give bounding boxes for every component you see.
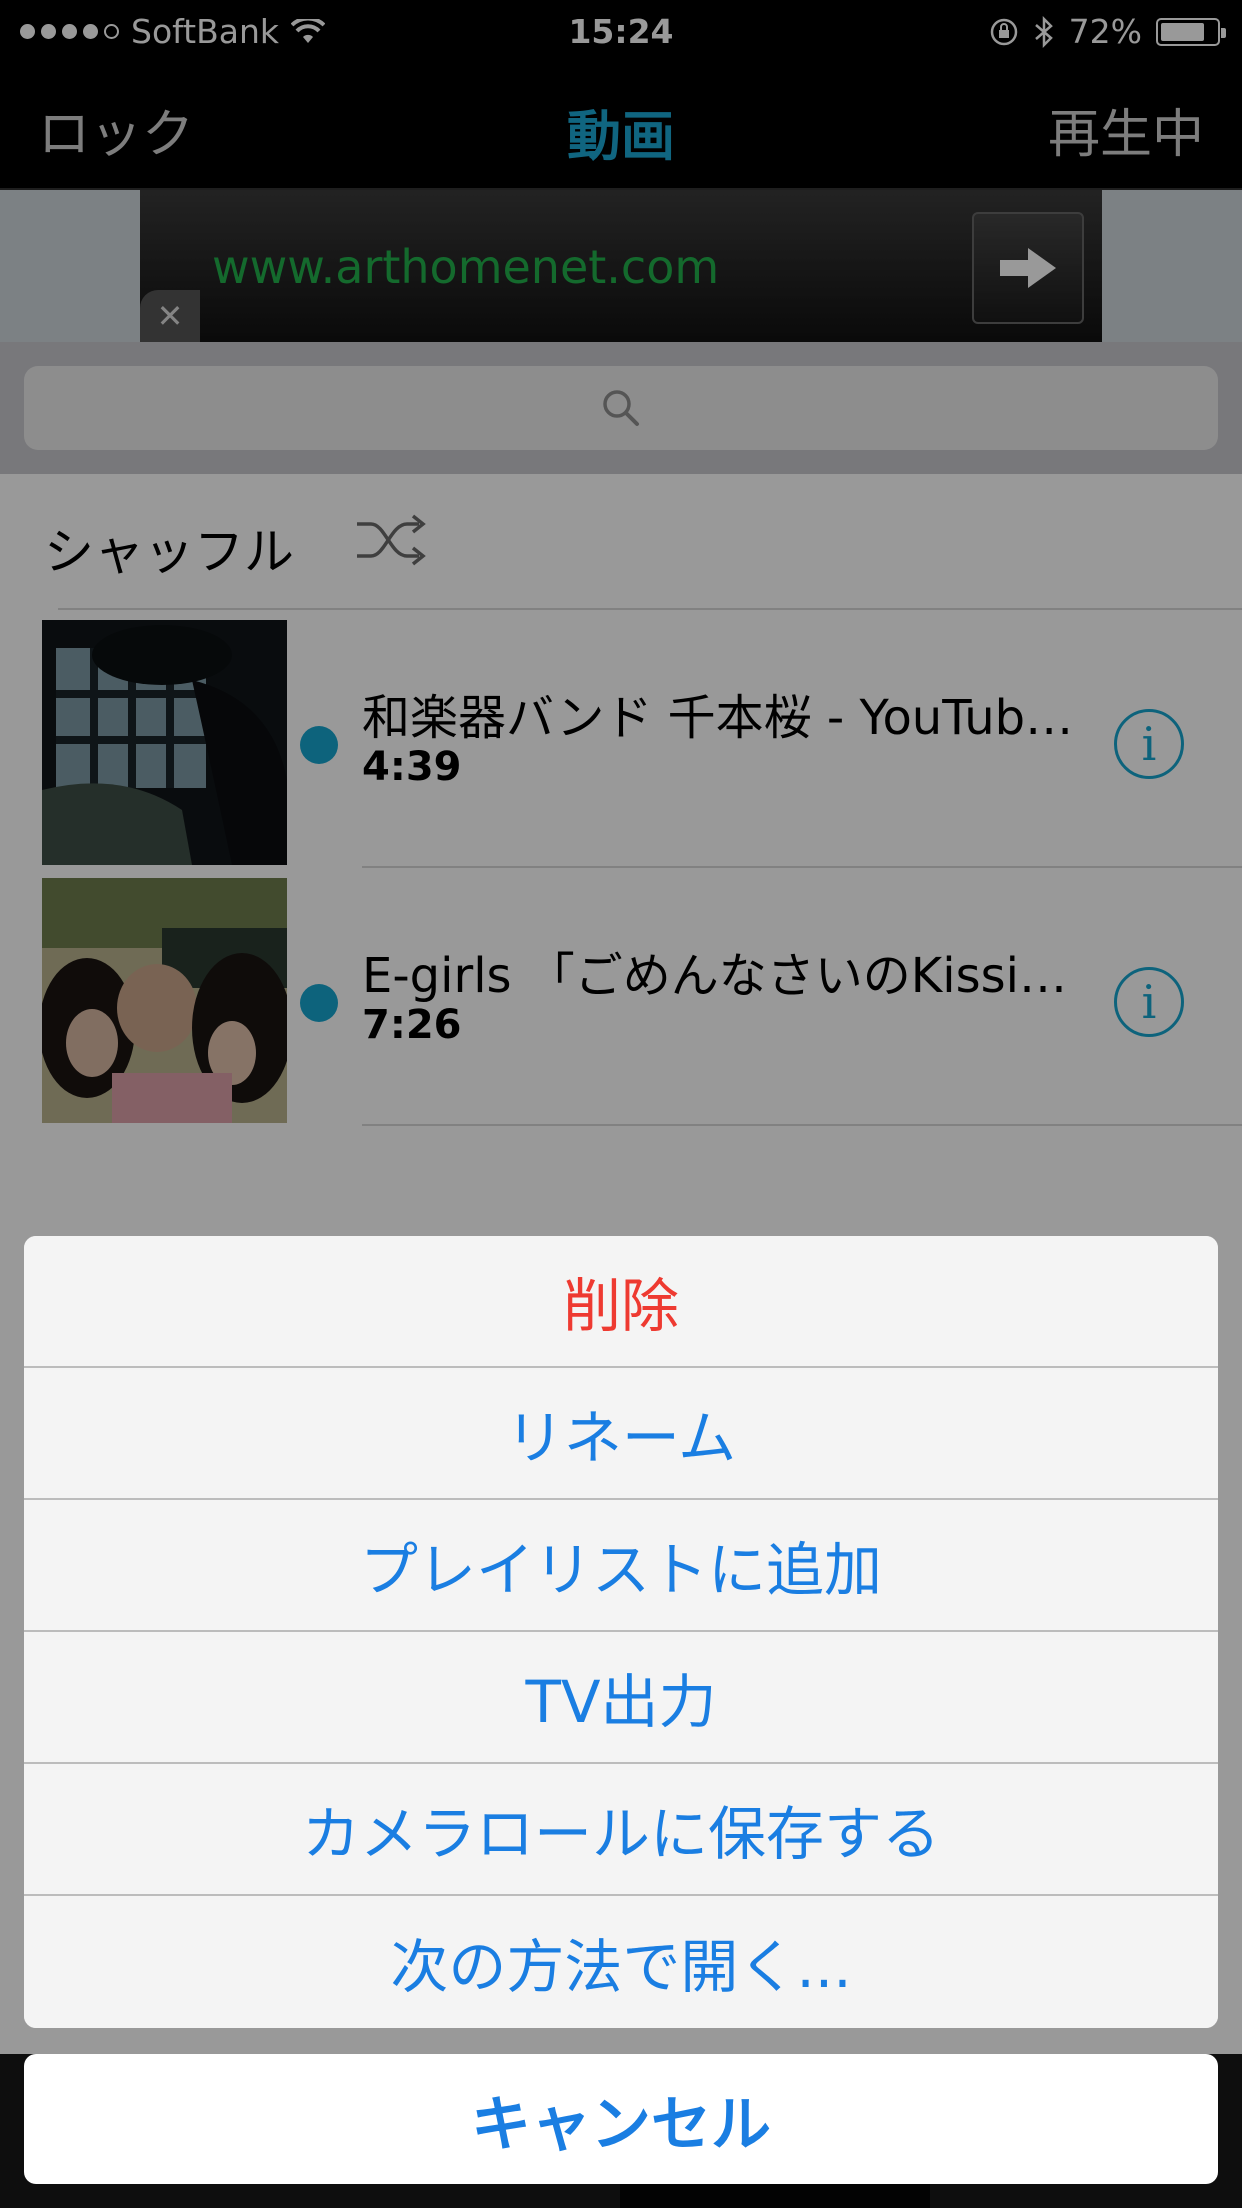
delete-button[interactable]: 削除 (24, 1236, 1218, 1368)
tv-output-button[interactable]: TV出力 (24, 1632, 1218, 1764)
add-to-playlist-button[interactable]: プレイリストに追加 (24, 1500, 1218, 1632)
action-sheet: 削除 リネーム プレイリストに追加 TV出力 カメラロールに保存する 次の方法で… (24, 1236, 1218, 2028)
cancel-button[interactable]: キャンセル (24, 2054, 1218, 2184)
rename-button[interactable]: リネーム (24, 1368, 1218, 1500)
open-with-button[interactable]: 次の方法で開く... (24, 1896, 1218, 2028)
save-to-camera-roll-button[interactable]: カメラロールに保存する (24, 1764, 1218, 1896)
